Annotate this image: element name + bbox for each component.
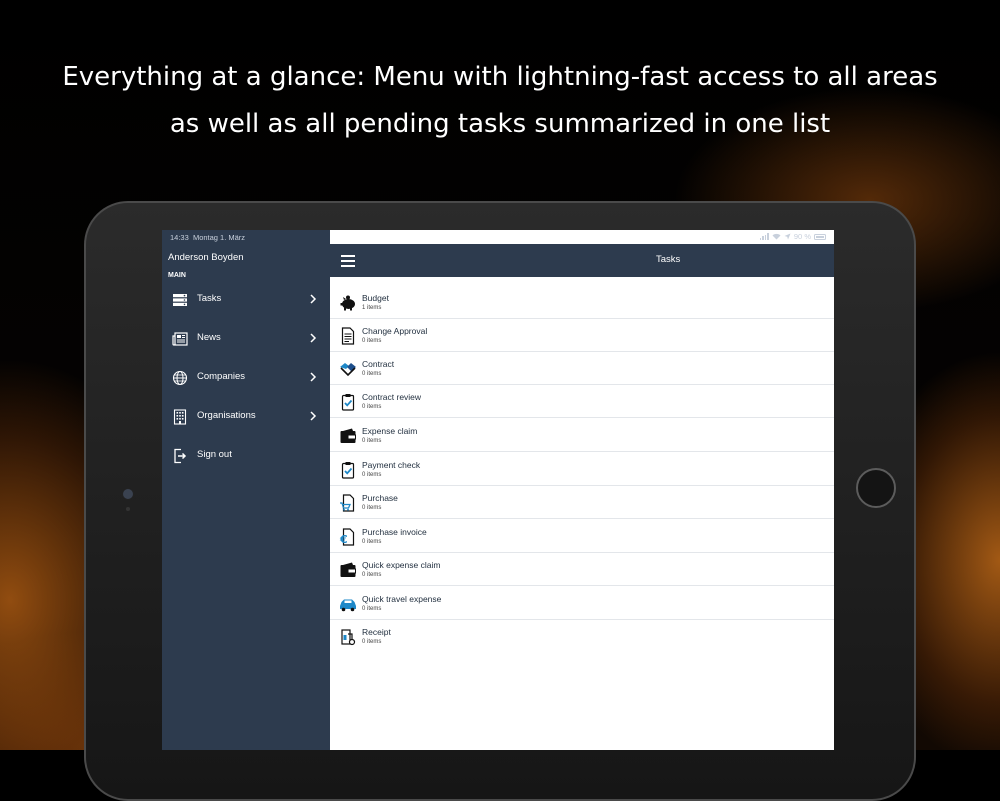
task-title: Payment check [362, 460, 421, 470]
battery-icon [814, 233, 826, 240]
sidebar-item-news[interactable]: News [162, 325, 330, 355]
task-count: 0 items [362, 472, 382, 478]
svg-text:€: € [339, 533, 348, 546]
task-count: 0 items [362, 572, 382, 578]
sidebar-item-label: Companies [197, 371, 246, 382]
cart-document-icon [340, 494, 355, 512]
task-row-purchase[interactable]: Purchase 0 items [330, 486, 834, 519]
status-indicators: 90 % [759, 232, 826, 241]
document-icon [341, 327, 355, 345]
task-row-quick-expense-claim[interactable]: Quick expense claim 0 items [330, 553, 834, 586]
sidebar-item-companies[interactable]: Companies [162, 364, 330, 394]
euro-document-icon: € [339, 528, 355, 546]
sidebar-item-sign-out[interactable]: Sign out [162, 442, 330, 472]
page-title: Tasks [656, 254, 681, 265]
marketing-headline: Everything at a glance: Menu with lightn… [0, 54, 1000, 148]
sidebar-item-label: News [197, 332, 221, 343]
task-row-payment-check[interactable]: Payment check 0 items [330, 453, 834, 486]
building-icon [173, 409, 187, 425]
status-date: Montag 1. März [192, 233, 246, 242]
task-title: Change Approval [362, 326, 428, 336]
sidebar-item-label: Organisations [197, 410, 256, 421]
task-title: Quick travel expense [362, 594, 442, 604]
task-count: 0 items [362, 639, 382, 645]
wallet-icon [340, 428, 356, 443]
status-bar: 14:33 Montag 1. März 90 % [162, 230, 834, 244]
chevron-right-icon [310, 294, 317, 304]
sidebar: Anderson Boyden MAIN Tasks News Companie… [162, 230, 330, 750]
chevron-right-icon [310, 333, 317, 343]
task-count: 0 items [362, 371, 382, 377]
headline-line-1: Everything at a glance: Menu with lightn… [62, 62, 938, 92]
car-icon [340, 599, 356, 612]
piggy-bank-icon [340, 295, 355, 311]
sidebar-item-label: Sign out [197, 449, 232, 460]
sensor-dot [126, 507, 130, 511]
clipboard-check-icon [341, 394, 355, 411]
receipt-icon [341, 629, 356, 646]
clipboard-check-icon [341, 462, 355, 479]
task-row-budget[interactable]: Budget 1 items [330, 286, 834, 319]
task-title: Purchase invoice [362, 527, 427, 537]
server-icon [173, 294, 187, 306]
task-title: Purchase [362, 493, 398, 503]
globe-icon [172, 370, 188, 386]
task-row-contract[interactable]: Contract 0 items [330, 352, 834, 385]
status-time: 14:33 [170, 233, 189, 242]
tablet-screen: Anderson Boyden MAIN Tasks News Companie… [162, 230, 834, 750]
location-icon [784, 233, 791, 240]
home-button[interactable] [856, 468, 896, 508]
user-name: Anderson Boyden [168, 252, 244, 263]
task-count: 0 items [362, 338, 382, 344]
task-row-receipt[interactable]: Receipt 0 items [330, 620, 834, 653]
task-row-contract-review[interactable]: Contract review 0 items [330, 385, 834, 418]
headline-line-2: as well as all pending tasks summarized … [169, 109, 831, 139]
task-title: Quick expense claim [362, 560, 441, 570]
task-row-purchase-invoice[interactable]: € Purchase invoice 0 items [330, 520, 834, 553]
task-count: 0 items [362, 505, 382, 511]
task-count: 0 items [362, 438, 382, 444]
task-row-expense-claim[interactable]: Expense claim 0 items [330, 419, 834, 452]
top-bar: Tasks [330, 244, 834, 277]
task-count: 0 items [362, 404, 382, 410]
task-title: Expense claim [362, 426, 418, 436]
task-title: Receipt [362, 627, 391, 637]
task-count: 1 items [362, 305, 382, 311]
sidebar-item-label: Tasks [197, 293, 222, 304]
wifi-icon [772, 233, 781, 240]
battery-percent: 90 % [793, 232, 811, 241]
task-title: Budget [362, 293, 389, 303]
wallet-icon [340, 562, 356, 577]
signal-icon [759, 233, 769, 240]
task-list: Budget 1 items Change Approval 0 items C… [330, 277, 834, 750]
sidebar-item-organisations[interactable]: Organisations [162, 403, 330, 433]
task-count: 0 items [362, 539, 382, 545]
task-title: Contract review [362, 392, 422, 402]
task-title: Contract [362, 359, 395, 369]
chevron-right-icon [310, 411, 317, 421]
sidebar-item-tasks[interactable]: Tasks [162, 286, 330, 316]
camera-icon [122, 488, 134, 500]
hamburger-icon[interactable] [341, 255, 355, 267]
task-count: 0 items [362, 606, 382, 612]
sign-out-icon [174, 448, 187, 464]
section-label-main: MAIN [168, 272, 186, 279]
task-row-quick-travel-expense[interactable]: Quick travel expense 0 items [330, 587, 834, 620]
handshake-icon [340, 363, 356, 377]
newspaper-icon [172, 332, 188, 346]
task-row-change-approval[interactable]: Change Approval 0 items [330, 319, 834, 352]
chevron-right-icon [310, 372, 317, 382]
